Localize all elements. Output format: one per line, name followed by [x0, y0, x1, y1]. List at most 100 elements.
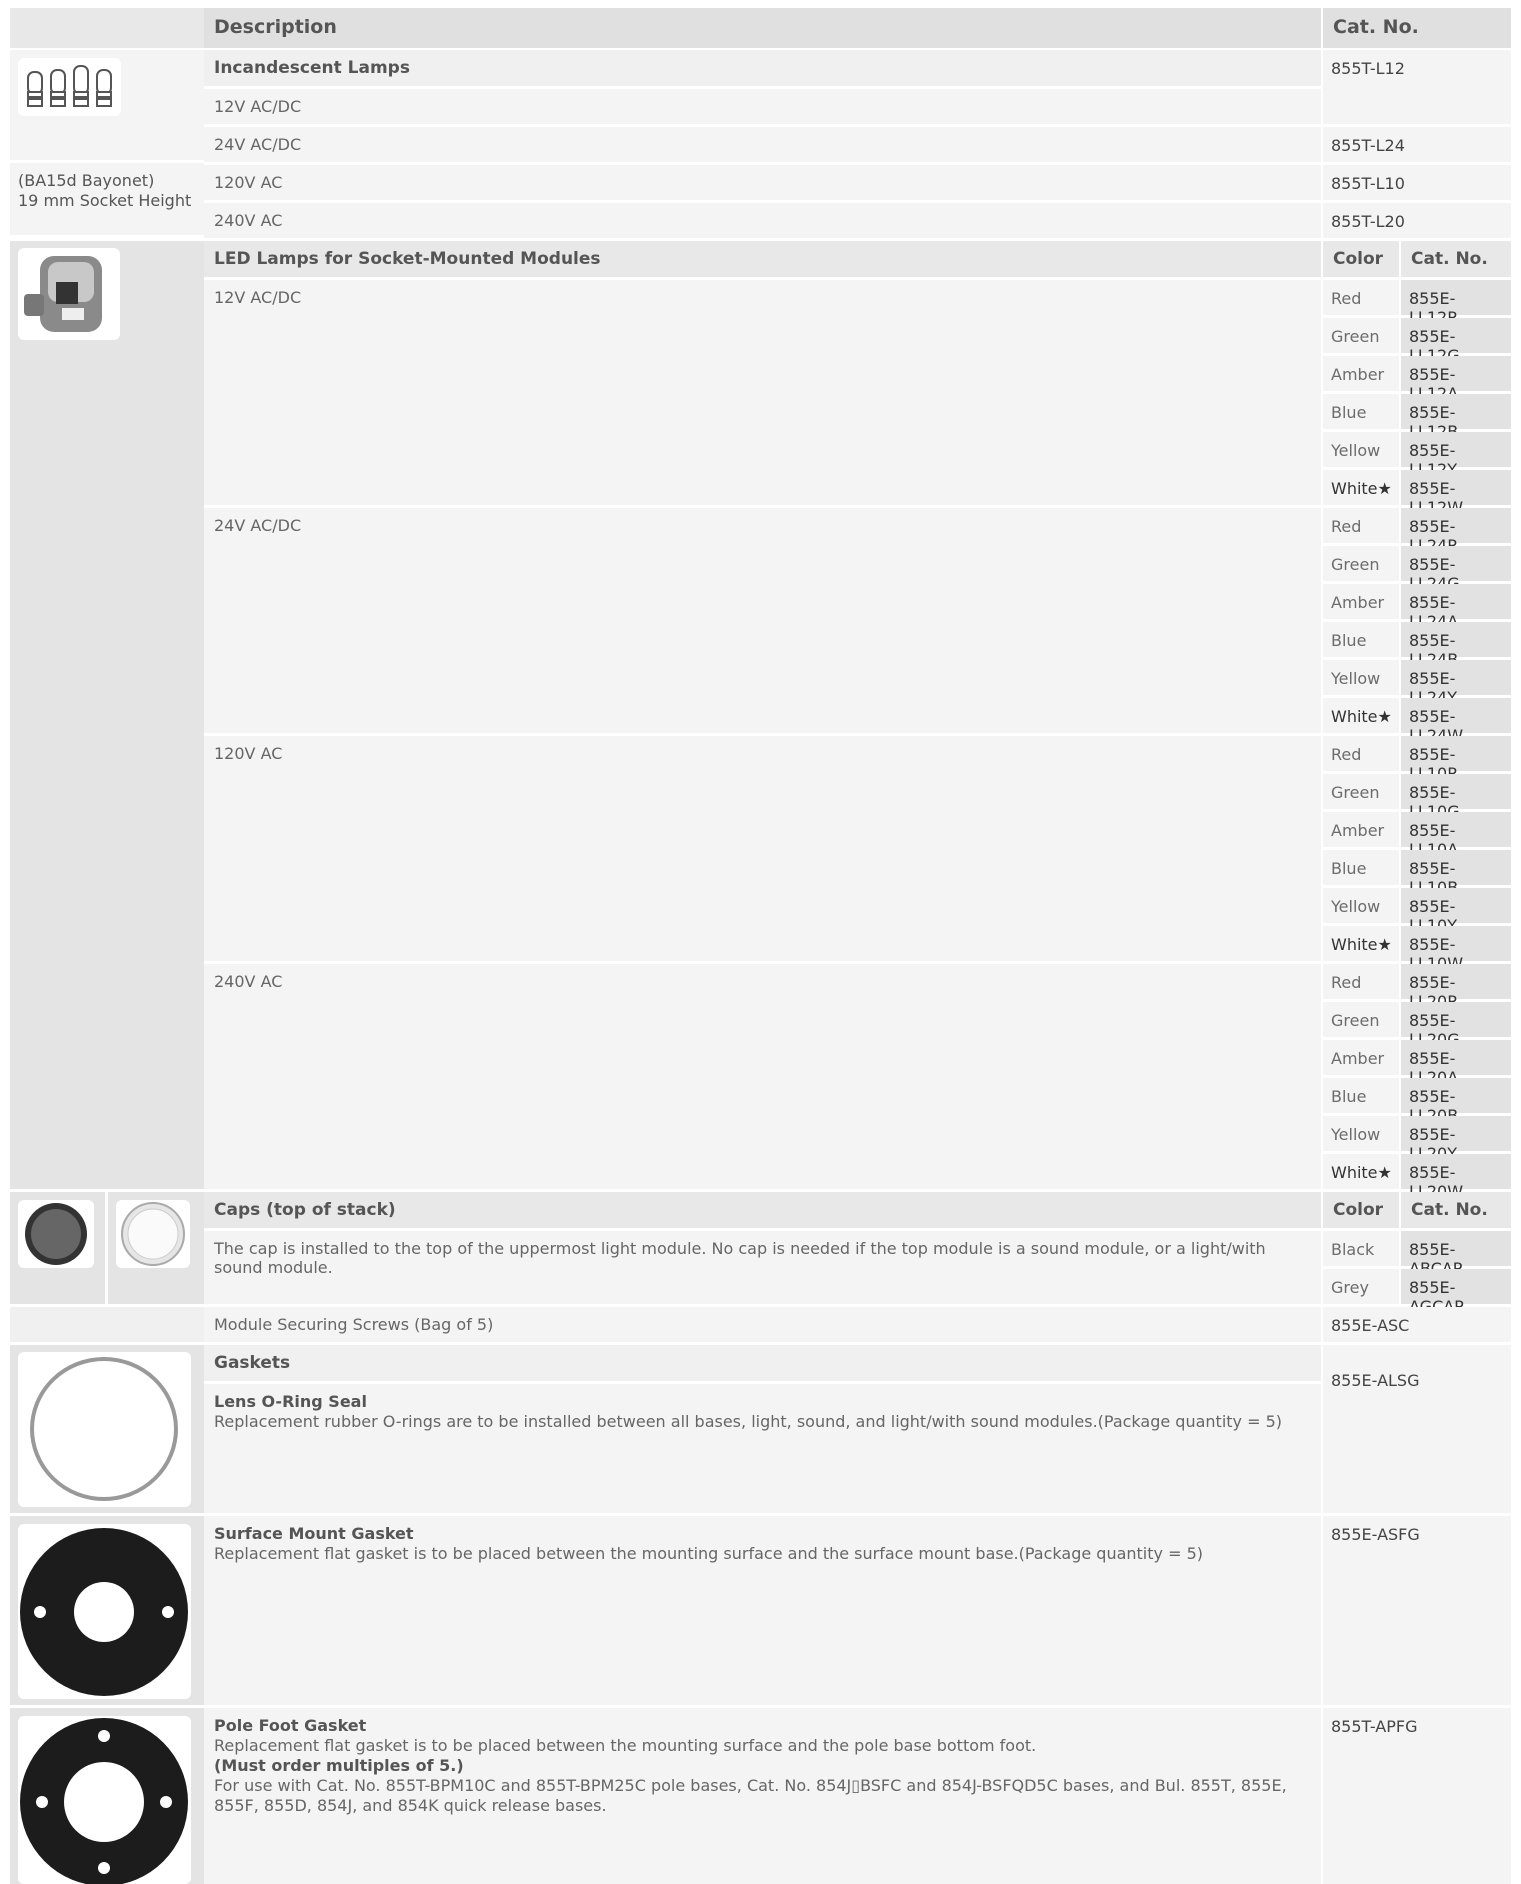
led-cat-cell: 855E-LL10Y: [1401, 888, 1511, 935]
header-cat-no: Cat. No.: [1323, 8, 1511, 48]
led-cat-cell: 855E-LL10A: [1401, 812, 1511, 859]
led-cat-cell: 855E-LL12Y: [1401, 432, 1511, 479]
led-color-cell: Yellow: [1323, 888, 1399, 923]
led-cat-cell: 855E-LL24R: [1401, 508, 1511, 555]
led-color-cell: Blue: [1323, 394, 1399, 429]
pole-gasket-must-order: (Must order multiples of 5.): [214, 1756, 464, 1775]
incandescent-cat-240v: 855T-L20: [1323, 203, 1511, 238]
led-group-12v: 12V AC/DC: [204, 280, 1321, 505]
screws-cat: 855E-ASC: [1323, 1307, 1511, 1342]
surface-gasket-description-cell: Surface Mount Gasket Replacement flat ga…: [204, 1516, 1321, 1705]
led-cat-cell: 855E-LL12B: [1401, 394, 1511, 441]
led-cat-cell: 855E-LL24G: [1401, 546, 1511, 593]
led-color-cell: Green: [1323, 1002, 1399, 1037]
led-color-cell: Blue: [1323, 1078, 1399, 1113]
oring-name: Lens O-Ring Seal: [214, 1392, 367, 1411]
header-left-blank: [10, 8, 204, 48]
cap-cat-grey: 855E-AGCAP: [1401, 1269, 1511, 1316]
led-group-24v: 24V AC/DC: [204, 508, 1321, 733]
screws-image-cell: [10, 1307, 204, 1342]
black-cap-image: [18, 1200, 94, 1268]
led-cat-cell: 855E-LL24W: [1401, 698, 1511, 745]
caps-title: Caps (top of stack): [204, 1192, 1321, 1228]
led-cat-cell: 855E-LL24A: [1401, 584, 1511, 631]
surface-gasket-name: Surface Mount Gasket: [214, 1524, 414, 1543]
led-image-cell: [10, 241, 204, 1189]
pole-gasket-text: Replacement flat gasket is to be placed …: [214, 1736, 1037, 1755]
led-color-cell: Amber: [1323, 1040, 1399, 1075]
caps-color-header: Color: [1323, 1192, 1399, 1228]
pole-gasket-image: [18, 1716, 191, 1884]
led-color-cell: Red: [1323, 736, 1399, 771]
led-group-120v: 120V AC: [204, 736, 1321, 961]
caps-cat-header: Cat. No.: [1401, 1192, 1511, 1228]
led-color-cell: Red: [1323, 508, 1399, 543]
led-color-cell: Blue: [1323, 850, 1399, 885]
led-cat-cell: 855E-LL10G: [1401, 774, 1511, 821]
led-color-cell: Yellow: [1323, 432, 1399, 467]
caps-description: The cap is installed to the top of the u…: [204, 1231, 1321, 1304]
led-color-cell: Amber: [1323, 356, 1399, 391]
led-color-cell: Yellow: [1323, 1116, 1399, 1151]
led-cat-cell: 855E-LL12W: [1401, 470, 1511, 517]
pole-gasket-cat: 855T-APFG: [1323, 1708, 1511, 1884]
led-color-cell: Red: [1323, 964, 1399, 999]
pole-gasket-description-cell: Pole Foot Gasket Replacement flat gasket…: [204, 1708, 1321, 1884]
oring-text: Replacement rubber O-rings are to be ins…: [214, 1412, 1283, 1431]
led-cat-cell: 855E-LL12A: [1401, 356, 1511, 403]
pole-gasket-name: Pole Foot Gasket: [214, 1716, 367, 1735]
led-color-cell: Yellow: [1323, 660, 1399, 695]
cap-cat-black: 855E-ABCAP: [1401, 1231, 1511, 1278]
incandescent-cat-24v: 855T-L24: [1323, 127, 1511, 162]
cap-color-grey: Grey: [1323, 1269, 1399, 1304]
led-color-cell: Green: [1323, 318, 1399, 353]
led-cat-header: Cat. No.: [1401, 241, 1511, 277]
incandescent-row-12v: 12V AC/DC: [204, 89, 1321, 124]
led-color-cell: White★: [1323, 698, 1399, 733]
led-cat-cell: 855E-LL20R: [1401, 964, 1511, 1011]
led-cat-cell: 855E-LL20A: [1401, 1040, 1511, 1087]
led-cat-cell: 855E-LL12G: [1401, 318, 1511, 365]
socket-type-note: (BA15d Bayonet): [18, 171, 155, 190]
led-color-cell: White★: [1323, 1154, 1399, 1189]
incandescent-row-240v: 240V AC: [204, 203, 1321, 238]
incandescent-cat-12v: 855T-L12: [1323, 50, 1511, 124]
led-cat-cell: 855E-LL24B: [1401, 622, 1511, 669]
led-cat-cell: 855E-LL20Y: [1401, 1116, 1511, 1163]
screws-description: Module Securing Screws (Bag of 5): [204, 1307, 1321, 1342]
incandescent-lamps-image: [18, 58, 121, 116]
led-color-cell: Amber: [1323, 812, 1399, 847]
led-color-cell: Green: [1323, 546, 1399, 581]
header-description: Description: [204, 8, 1321, 48]
incandescent-row-120v: 120V AC: [204, 165, 1321, 200]
led-title: LED Lamps for Socket-Mounted Modules: [204, 241, 1321, 277]
led-color-cell: Amber: [1323, 584, 1399, 619]
incandescent-title: Incandescent Lamps: [204, 50, 1321, 86]
led-color-cell: Red: [1323, 280, 1399, 315]
led-group-240v: 240V AC: [204, 964, 1321, 1189]
led-color-cell: White★: [1323, 470, 1399, 505]
led-color-cell: Blue: [1323, 622, 1399, 657]
led-color-cell: Green: [1323, 774, 1399, 809]
pole-gasket-usage: For use with Cat. No. 855T-BPM10C and 85…: [214, 1776, 1287, 1815]
led-cat-cell: 855E-LL10W: [1401, 926, 1511, 973]
led-cat-cell: 855E-LL10B: [1401, 850, 1511, 897]
incandescent-row-24v: 24V AC/DC: [204, 127, 1321, 162]
oring-description-cell: Lens O-Ring Seal Replacement rubber O-ri…: [204, 1384, 1321, 1513]
grey-cap-image: [116, 1200, 190, 1268]
gaskets-title: Gaskets: [204, 1345, 1321, 1381]
led-cat-cell: 855E-LL20G: [1401, 1002, 1511, 1049]
incandescent-cat-120v: 855T-L10: [1323, 165, 1511, 200]
led-cat-cell: 855E-LL10R: [1401, 736, 1511, 783]
surface-gasket-image: [18, 1524, 191, 1699]
led-color-header: Color: [1323, 241, 1399, 277]
incandescent-note-cell: (BA15d Bayonet) 19 mm Socket Height: [10, 163, 204, 235]
led-cat-cell: 855E-LL20W: [1401, 1154, 1511, 1201]
cap-color-black: Black: [1323, 1231, 1399, 1266]
led-cat-cell: 855E-LL24Y: [1401, 660, 1511, 707]
led-color-cell: White★: [1323, 926, 1399, 961]
led-lamp-image: [18, 248, 120, 340]
oring-image: [18, 1352, 191, 1507]
socket-height-note: 19 mm Socket Height: [18, 191, 192, 210]
oring-cat: 855E-ALSG: [1323, 1345, 1511, 1513]
